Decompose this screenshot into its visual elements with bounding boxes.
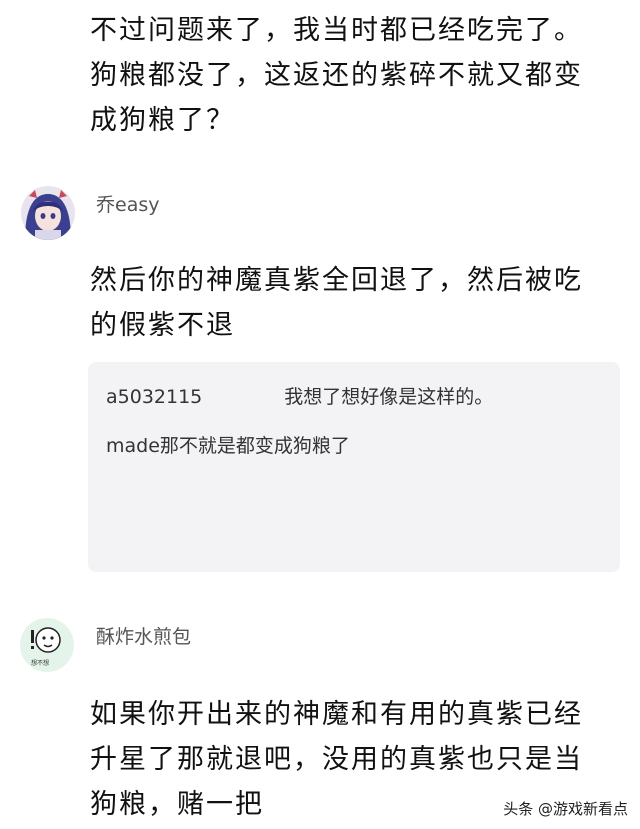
quoted-reply-header: a5032115 我想了想好像是这样的。 [106,382,493,409]
quoted-text-line: 我想了想好像是这样的。 [284,386,494,408]
text-line: 成狗粮了？ [90,105,235,136]
watermark: 头条 @游戏新看点 [503,800,628,818]
top-comment-text: 不过问题来了，我当时都已经吃完了。 狗粮都没了，这返还的紫碎不就又都变 成狗粮了… [90,8,630,143]
comment-body-lines: 然后你的神魔真紫全回退了，然后被吃 的假紫不退 [90,258,583,348]
username[interactable]: 酥炸水煎包 [96,622,191,649]
text-line: 如果你开出来的神魔和有用的真紫已经 [90,699,583,730]
text-line: 的假紫不退 [90,310,235,341]
text-line: 然后你的神魔真紫全回退了，然后被吃 [90,265,583,296]
anime-girl-avatar-icon [21,186,75,240]
quoted-text-line: made那不就是都变成狗粮了 [106,435,350,457]
text-line: 不过问题来了，我当时都已经吃完了。 [90,15,583,46]
text-line: 狗粮都没了，这返还的紫碎不就又都变 [90,60,583,91]
username[interactable]: 乔easy [96,190,159,217]
avatar[interactable] [21,186,75,240]
quoted-author[interactable]: a5032115 [106,386,202,408]
text-line: 升星了那就退吧，没用的真紫也只是当 [90,744,583,775]
comment-body: 然后你的神魔真紫全回退了，然后被吃 的假紫不退 [90,258,583,348]
quoted-reply-box: a5032115 我想了想好像是这样的。 made那不就是都变成狗粮了 [88,362,620,572]
avatar-caption: 想不想 [31,660,50,667]
